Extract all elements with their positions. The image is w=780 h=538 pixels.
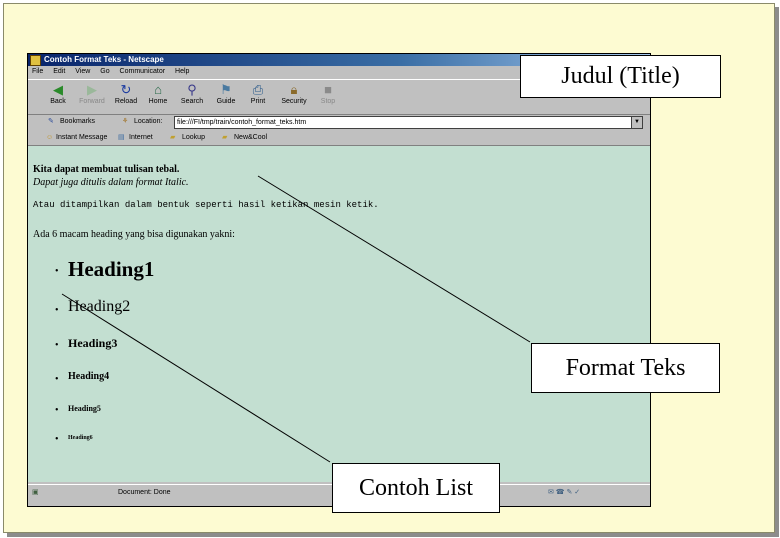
title-annotation-label: Judul (Title) [520, 55, 721, 98]
contoh-list-annotation-label: Contoh List [332, 463, 500, 513]
format-teks-pointer-line [257, 175, 531, 343]
contoh-list-pointer-line [61, 293, 331, 463]
format-teks-annotation-label: Format Teks [531, 343, 720, 393]
